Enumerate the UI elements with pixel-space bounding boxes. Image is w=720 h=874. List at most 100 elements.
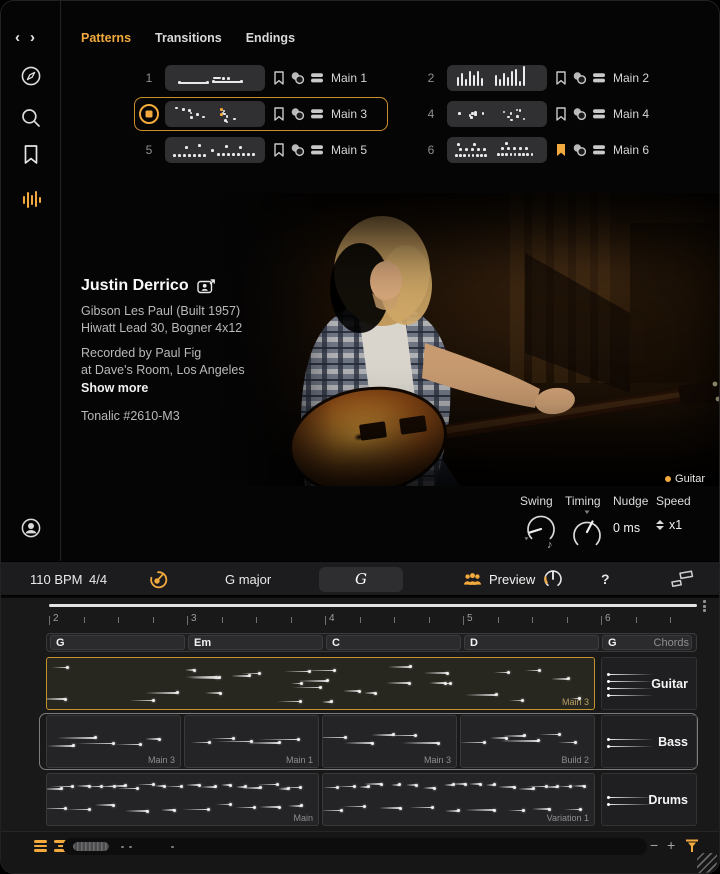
stack-icon[interactable] — [310, 72, 324, 84]
pattern-label: Main 5 — [331, 143, 367, 157]
region-bass-build-2[interactable]: Build 2 — [460, 715, 595, 768]
key-display[interactable]: G major — [225, 572, 271, 587]
swing-knob[interactable]: ♪ — [522, 510, 560, 550]
zoom-out-button[interactable]: − — [650, 837, 658, 853]
gauge-icon[interactable] — [542, 568, 564, 590]
preview-button[interactable]: Preview — [463, 568, 564, 590]
chord-block-c[interactable]: C — [326, 635, 461, 650]
recorded-line-1: Recorded by Paul Fig — [81, 345, 245, 362]
pattern-row-icons — [555, 143, 606, 157]
region-bass-main-3[interactable]: Main 3 — [322, 715, 457, 768]
pattern-thumbnail[interactable] — [447, 65, 547, 91]
track-header-guitar[interactable]: Guitar — [601, 657, 697, 710]
region-bass-main-3[interactable]: Main 3 — [46, 715, 181, 768]
pattern-row-main-4[interactable]: 4Main 4 — [416, 97, 670, 131]
bookmark-icon[interactable] — [555, 107, 567, 121]
fit-icon[interactable] — [685, 839, 699, 853]
levels-icon[interactable] — [21, 189, 41, 216]
bar-ruler[interactable]: 23456 — [46, 612, 697, 630]
mini-scroll-thumb[interactable] — [73, 842, 109, 851]
pattern-row-icons — [273, 107, 324, 121]
bar-number: 4 — [329, 613, 335, 624]
help-button[interactable]: ? — [601, 571, 610, 587]
bpm-display[interactable]: 110 BPM — [30, 572, 83, 587]
pattern-row-main-3[interactable]: Main 3 — [134, 97, 388, 131]
pattern-thumbnail[interactable] — [447, 137, 547, 163]
video-profile-icon[interactable] — [197, 279, 216, 294]
track-header-bass[interactable]: Bass — [601, 715, 697, 768]
forward-icon[interactable]: › — [30, 29, 35, 46]
search-icon[interactable] — [20, 107, 42, 134]
list-icon[interactable] — [34, 840, 47, 852]
pattern-thumbnail[interactable] — [165, 101, 265, 127]
pattern-thumbnail[interactable] — [447, 101, 547, 127]
time-signature[interactable]: 4/4 — [89, 572, 107, 587]
similar-icon[interactable] — [572, 71, 587, 85]
track-row-drums[interactable]: MainVariation 1Drums — [40, 772, 697, 827]
tab-transitions[interactable]: Transitions — [155, 31, 222, 45]
track-header-drums[interactable]: Drums — [601, 773, 697, 826]
pattern-row-main-6[interactable]: 6Main 6 — [416, 133, 670, 167]
bookmark-icon[interactable] — [555, 71, 567, 85]
timing-knob[interactable] — [568, 510, 606, 550]
mini-scrollbar[interactable] — [63, 838, 647, 855]
bar-number: 3 — [191, 613, 197, 624]
chord-block-d[interactable]: D — [464, 635, 599, 650]
stack-icon[interactable] — [310, 108, 324, 120]
pattern-row-main-2[interactable]: 2 Main 2 — [416, 61, 670, 95]
zoom-in-button[interactable]: + — [667, 837, 675, 853]
note-icon: ♪ — [547, 539, 553, 550]
show-more-link[interactable]: Show more — [81, 381, 245, 395]
bookmark-icon[interactable] — [273, 143, 285, 157]
resize-grip[interactable] — [697, 853, 717, 873]
bookmark-icon[interactable] — [273, 71, 285, 85]
similar-icon[interactable] — [290, 107, 305, 121]
region-drums-main[interactable]: Main — [46, 773, 319, 826]
routing-icon[interactable] — [669, 569, 695, 595]
tab-bar: Patterns Transitions Endings — [81, 31, 295, 45]
pattern-row-main-5[interactable]: 5Main 5 — [134, 133, 388, 167]
speed-stepper[interactable]: x1 — [656, 518, 682, 532]
similar-icon[interactable] — [290, 71, 305, 85]
similar-icon[interactable] — [572, 143, 587, 157]
stack-icon[interactable] — [592, 144, 606, 156]
tab-endings[interactable]: Endings — [246, 31, 295, 45]
bar-number: 5 — [467, 613, 473, 624]
chord-block-em[interactable]: Em — [188, 635, 323, 650]
chord-button[interactable]: G — [319, 567, 403, 592]
artist-icon[interactable] — [20, 517, 42, 544]
stack-icon[interactable] — [592, 72, 606, 84]
similar-icon[interactable] — [290, 143, 305, 157]
scrollbar-handle-icon[interactable] — [703, 600, 707, 613]
bottom-bar: − + — [1, 831, 719, 874]
region-drums-variation-1[interactable]: Variation 1 — [322, 773, 595, 826]
stepper-arrows-icon[interactable] — [656, 520, 664, 530]
track-row-guitar[interactable]: Main 3Guitar — [40, 656, 697, 711]
stop-button[interactable] — [139, 104, 159, 124]
pattern-label: Main 2 — [613, 71, 649, 85]
tab-patterns[interactable]: Patterns — [81, 31, 131, 45]
region-guitar-main-3[interactable]: Main 3 — [46, 657, 595, 710]
pattern-thumbnail[interactable] — [165, 65, 265, 91]
nudge-value[interactable]: 0 ms — [613, 521, 640, 535]
bookmark-icon[interactable] — [273, 107, 285, 121]
similar-icon[interactable] — [572, 107, 587, 121]
people-icon — [463, 572, 482, 587]
back-icon[interactable]: ‹ — [15, 29, 20, 46]
horizontal-scrollbar[interactable] — [49, 604, 697, 607]
compass-icon[interactable] — [20, 65, 42, 92]
instrument-dot-icon — [665, 476, 671, 482]
bar-number: 6 — [605, 613, 611, 624]
pattern-number: 4 — [421, 107, 441, 121]
bookmark-icon[interactable] — [22, 144, 40, 171]
pattern-number: 2 — [421, 71, 441, 85]
region-bass-main-1[interactable]: Main 1 — [184, 715, 319, 768]
metronome-icon[interactable] — [149, 570, 168, 594]
pattern-row-main-1[interactable]: 1Main 1 — [134, 61, 388, 95]
stack-icon[interactable] — [592, 108, 606, 120]
stack-icon[interactable] — [310, 144, 324, 156]
chord-block-g[interactable]: G — [50, 635, 185, 650]
track-row-bass[interactable]: Main 3Main 1Main 3Build 2Bass — [40, 714, 697, 769]
pattern-thumbnail[interactable] — [165, 137, 265, 163]
bookmark-filled-icon[interactable] — [555, 143, 567, 157]
